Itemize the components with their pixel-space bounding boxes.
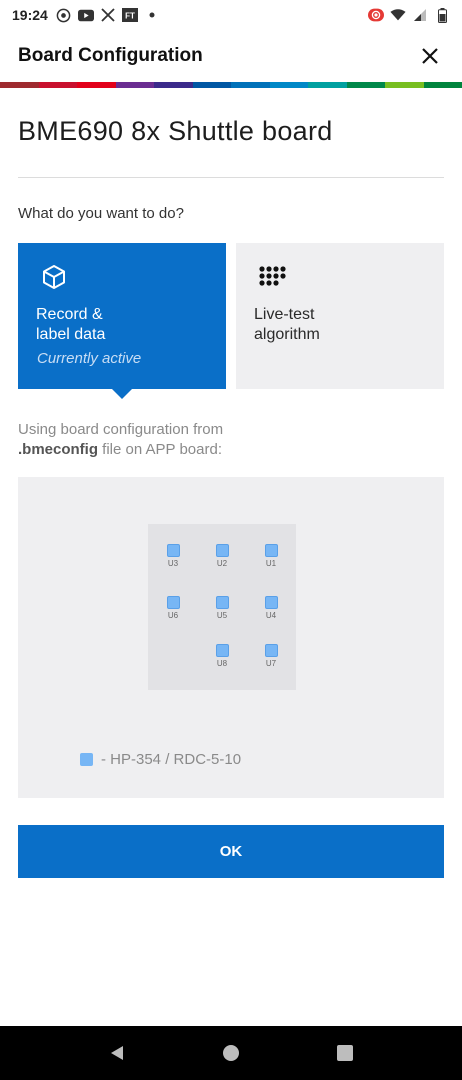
cube-icon bbox=[40, 263, 68, 291]
currently-active-label: Currently active bbox=[37, 350, 142, 367]
status-right-icons bbox=[368, 7, 450, 23]
sensor-u8: U8 bbox=[207, 644, 237, 674]
brand-stripe-segment bbox=[115, 82, 154, 88]
divider bbox=[18, 177, 444, 178]
legend-label: - HP-354 / RDC-5-10 bbox=[101, 751, 242, 768]
svg-text:FT: FT bbox=[125, 12, 135, 21]
wifi-icon bbox=[390, 7, 406, 23]
sensor-chip bbox=[166, 544, 180, 557]
youtube-icon bbox=[77, 7, 94, 23]
sensor-label: U5 bbox=[216, 611, 228, 620]
legend-swatch bbox=[80, 753, 93, 766]
brand-stripe-segment bbox=[231, 82, 270, 88]
close-button[interactable] bbox=[416, 42, 444, 70]
config-source-text: Using board configuration from .bmeconfi… bbox=[18, 420, 444, 460]
sensor-u3: U3 bbox=[158, 544, 188, 574]
sensor-chip bbox=[264, 596, 278, 609]
back-button[interactable] bbox=[102, 1038, 132, 1068]
back-icon bbox=[111, 1046, 123, 1060]
sensor-chip bbox=[166, 596, 180, 609]
sensor-label: U7 bbox=[265, 659, 277, 668]
signal-icon bbox=[412, 7, 428, 23]
app-header: Board Configuration bbox=[0, 30, 462, 82]
camera-record-icon bbox=[56, 7, 72, 23]
sensor-label: U6 bbox=[167, 611, 179, 620]
mode-label-live-test: Live-test algorithm bbox=[254, 306, 320, 343]
sensor-chip bbox=[215, 596, 229, 609]
sensor-grid: U3 U2 U1 U6 U5 U4 U8 U7 bbox=[148, 524, 296, 690]
sensor-u6: U6 bbox=[158, 596, 188, 626]
config-source-suffix: file on APP board: bbox=[98, 441, 222, 458]
home-button[interactable] bbox=[216, 1038, 246, 1068]
status-time: 19:24 bbox=[12, 7, 48, 23]
brand-stripe-segment bbox=[38, 82, 77, 88]
mode-selector: Record & label data Currently active Liv… bbox=[18, 243, 444, 389]
brand-stripe-segment bbox=[269, 82, 308, 88]
ft-icon: FT bbox=[121, 7, 138, 23]
mode-card-live-test[interactable]: Live-test algorithm bbox=[236, 243, 444, 389]
mode-card-record-label[interactable]: Record & label data Currently active bbox=[18, 243, 226, 389]
x-icon bbox=[100, 7, 116, 23]
sensor-u5: U5 bbox=[207, 596, 237, 626]
sensor-label: U2 bbox=[216, 559, 228, 568]
sensor-u4: U4 bbox=[256, 596, 286, 626]
brand-stripe-segment bbox=[346, 82, 385, 88]
system-nav-bar bbox=[0, 1026, 462, 1080]
brand-stripe-segment bbox=[154, 82, 193, 88]
config-file-name: .bmeconfig bbox=[18, 441, 99, 458]
sensor-label: U8 bbox=[216, 659, 228, 668]
brand-stripe-segment bbox=[308, 82, 347, 88]
recents-icon bbox=[337, 1045, 353, 1061]
question-label: What do you want to do? bbox=[18, 205, 184, 222]
battery-icon bbox=[434, 7, 450, 23]
dot-grid-icon bbox=[258, 263, 286, 291]
sensor-u2: U2 bbox=[207, 544, 237, 574]
board-title: BME690 8x Shuttle board bbox=[18, 116, 333, 146]
sensor-u7: U7 bbox=[256, 644, 286, 674]
sensor-chip bbox=[264, 544, 278, 557]
sensor-label: U4 bbox=[265, 611, 277, 620]
status-bar: 19:24 FT bbox=[0, 0, 462, 30]
sensor-chip bbox=[215, 644, 229, 657]
board-layout-panel: U3 U2 U1 U6 U5 U4 U8 U7 - HP-354 / RDC-5-10 bbox=[18, 477, 444, 798]
legend: - HP-354 / RDC-5-10 bbox=[80, 751, 241, 768]
page-title: Board Configuration bbox=[18, 45, 203, 66]
sensor-u1: U1 bbox=[256, 544, 286, 574]
ok-button[interactable]: OK bbox=[18, 825, 444, 878]
close-icon bbox=[422, 48, 438, 64]
brand-stripe-segment bbox=[77, 82, 116, 88]
config-source-prefix: Using board configuration from bbox=[18, 421, 224, 438]
recents-button[interactable] bbox=[330, 1038, 360, 1068]
status-left-icons: FT bbox=[56, 7, 160, 23]
home-icon bbox=[223, 1045, 239, 1061]
dot-icon bbox=[144, 7, 160, 23]
sensor-chip bbox=[264, 644, 278, 657]
sensor-label: U1 bbox=[265, 559, 277, 568]
brand-stripe-segment bbox=[385, 82, 424, 88]
sensor-label: U3 bbox=[167, 559, 179, 568]
brand-stripe bbox=[0, 82, 462, 88]
active-mode-pointer bbox=[112, 389, 132, 399]
recording-icon bbox=[368, 7, 384, 23]
brand-stripe-segment bbox=[0, 82, 39, 88]
sensor-chip bbox=[215, 544, 229, 557]
brand-stripe-segment bbox=[423, 82, 462, 88]
mode-label-record: Record & label data bbox=[36, 306, 106, 343]
brand-stripe-segment bbox=[192, 82, 231, 88]
